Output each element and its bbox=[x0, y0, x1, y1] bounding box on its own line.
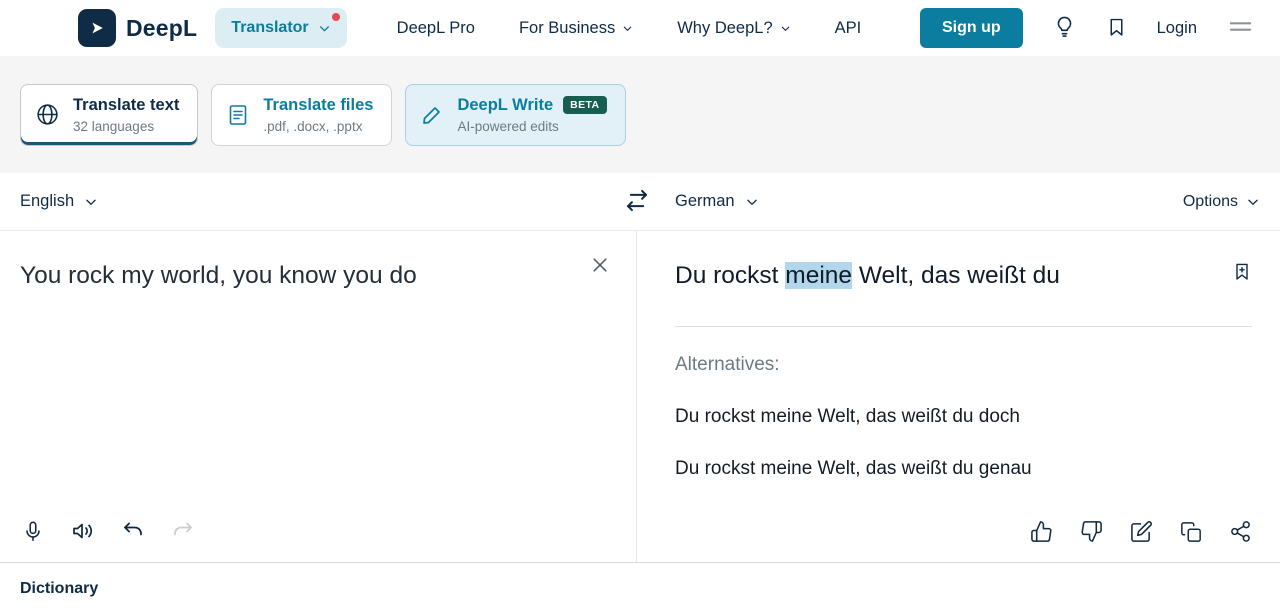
bookmark-plus-icon bbox=[1232, 261, 1252, 282]
nav-label: For Business bbox=[518, 18, 616, 37]
bookmark-icon bbox=[1106, 16, 1127, 38]
options-button[interactable]: Options bbox=[1183, 193, 1260, 211]
undo-icon bbox=[121, 519, 145, 543]
alternative-option-2[interactable]: Du rockst meine Welt, das weißt du genau bbox=[675, 458, 1252, 480]
share-translation-button[interactable] bbox=[1229, 520, 1252, 546]
microphone-button[interactable] bbox=[22, 520, 44, 546]
chevron-down-icon bbox=[780, 23, 791, 34]
thumbs-down-icon bbox=[1080, 520, 1103, 543]
tab-translate-text[interactable]: Translate text 32 languages bbox=[20, 83, 199, 146]
top-bar-right: Sign up Login bbox=[919, 8, 1254, 48]
translator-menu-button[interactable]: Translator bbox=[215, 8, 347, 48]
save-translation-button[interactable] bbox=[1232, 261, 1252, 285]
target-panel[interactable]: Du rockst meine Welt, das weißt du Alter… bbox=[637, 231, 1280, 562]
source-language-label: English bbox=[20, 192, 75, 210]
sign-up-button[interactable]: Sign up bbox=[919, 8, 1023, 48]
target-language-selector[interactable]: German bbox=[675, 192, 759, 211]
thumbs-up-icon bbox=[1030, 520, 1053, 543]
source-panel[interactable]: You rock my world, you know you do bbox=[0, 231, 637, 562]
notification-dot bbox=[331, 13, 340, 21]
target-toolbar bbox=[1030, 520, 1252, 546]
clear-source-button[interactable] bbox=[590, 255, 610, 278]
mode-tabs-strip: Translate text 32 languages Translate fi… bbox=[0, 56, 1280, 173]
pencil-icon bbox=[420, 103, 444, 127]
thumbs-down-button[interactable] bbox=[1080, 520, 1103, 546]
nav-deepl-pro[interactable]: DeepL Pro bbox=[397, 19, 475, 38]
target-text-highlight[interactable]: meine bbox=[785, 262, 853, 289]
dictionary-section: Dictionary bbox=[0, 562, 1280, 610]
alternative-option-1[interactable]: Du rockst meine Welt, das weißt du doch bbox=[675, 406, 1252, 428]
language-bar: English German Options bbox=[0, 173, 1280, 231]
target-text-before: Du rockst bbox=[675, 262, 786, 289]
target-text-after: Welt, das weißt du bbox=[852, 262, 1060, 289]
nav-for-business[interactable]: For Business bbox=[519, 19, 633, 38]
translation-panels: You rock my world, you know you do Du ro… bbox=[0, 231, 1280, 562]
document-icon bbox=[226, 103, 250, 127]
edit-translation-button[interactable] bbox=[1130, 520, 1153, 546]
source-toolbar bbox=[22, 519, 195, 546]
undo-button[interactable] bbox=[121, 519, 145, 546]
beta-badge: BETA bbox=[563, 96, 607, 114]
source-text-input[interactable]: You rock my world, you know you do bbox=[20, 259, 576, 292]
globe-icon bbox=[35, 102, 60, 127]
target-language-area: German Options bbox=[637, 192, 1280, 211]
tab-subtitle: 32 languages bbox=[73, 118, 155, 134]
target-text[interactable]: Du rockst meine Welt, das weißt du bbox=[675, 259, 1060, 292]
speaker-icon bbox=[70, 519, 95, 543]
brand-title: DeepL bbox=[126, 14, 198, 41]
chevron-down-icon bbox=[745, 195, 759, 209]
copy-icon bbox=[1180, 521, 1202, 543]
thumbs-up-button[interactable] bbox=[1030, 520, 1053, 546]
hamburger-menu-button[interactable] bbox=[1227, 13, 1254, 43]
nav-label: API bbox=[834, 18, 862, 37]
chevron-down-icon bbox=[622, 23, 633, 34]
tab-deepl-write[interactable]: DeepL Write BETA AI-powered edits bbox=[405, 83, 626, 146]
source-language-selector[interactable]: English bbox=[20, 192, 98, 211]
top-bar: DeepL Translator DeepL Pro For Business … bbox=[0, 0, 1280, 56]
redo-icon bbox=[171, 519, 195, 543]
nav-why-deepl[interactable]: Why DeepL? bbox=[677, 19, 790, 38]
close-icon bbox=[590, 255, 610, 275]
chevron-down-icon bbox=[1246, 195, 1260, 209]
deepl-logo-icon[interactable] bbox=[78, 9, 116, 47]
copy-translation-button[interactable] bbox=[1180, 521, 1202, 546]
tab-title: Translate text bbox=[73, 95, 180, 114]
tab-title: DeepL Write bbox=[457, 95, 554, 114]
swap-languages-button[interactable] bbox=[624, 187, 651, 217]
edit-icon bbox=[1130, 520, 1153, 543]
alternatives-divider bbox=[675, 326, 1252, 328]
nav-label: DeepL Pro bbox=[396, 18, 475, 37]
source-language-area: English bbox=[0, 192, 637, 211]
tab-translate-files[interactable]: Translate files .pdf, .docx, .pptx bbox=[211, 83, 393, 146]
chevron-down-icon bbox=[318, 22, 331, 35]
tab-title: Translate files bbox=[263, 95, 374, 114]
tab-subtitle: AI-powered edits bbox=[457, 118, 559, 134]
main-nav: DeepL Pro For Business Why DeepL? API bbox=[397, 19, 862, 38]
translator-menu-label: Translator bbox=[231, 19, 309, 36]
saved-translations-button[interactable] bbox=[1106, 16, 1127, 41]
redo-button[interactable] bbox=[171, 519, 195, 546]
share-icon bbox=[1229, 520, 1252, 543]
hamburger-icon bbox=[1227, 13, 1254, 40]
lightbulb-icon bbox=[1053, 15, 1076, 38]
nav-api[interactable]: API bbox=[835, 19, 862, 38]
options-label: Options bbox=[1182, 192, 1238, 210]
listen-source-button[interactable] bbox=[70, 519, 95, 546]
alternatives-label: Alternatives: bbox=[675, 354, 780, 376]
login-button[interactable]: Login bbox=[1157, 19, 1197, 38]
target-language-label: German bbox=[675, 192, 735, 210]
chevron-down-icon bbox=[84, 195, 98, 209]
nav-label: Why DeepL? bbox=[677, 18, 773, 37]
dictionary-heading: Dictionary bbox=[20, 580, 99, 597]
target-text-line: Du rockst meine Welt, das weißt du bbox=[675, 259, 1252, 292]
tab-subtitle: .pdf, .docx, .pptx bbox=[263, 118, 363, 134]
swap-arrows-icon bbox=[624, 187, 651, 214]
microphone-icon bbox=[22, 520, 44, 543]
theme-lightbulb-button[interactable] bbox=[1053, 15, 1076, 41]
